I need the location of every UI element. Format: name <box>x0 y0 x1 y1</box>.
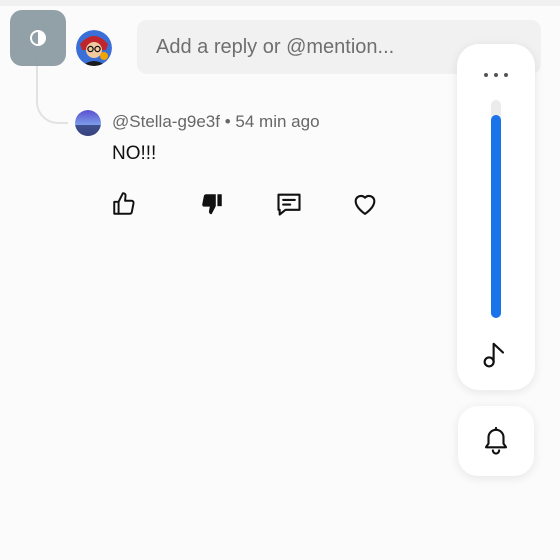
theme-toggle-button[interactable] <box>10 10 66 66</box>
more-options-icon[interactable] <box>478 68 514 82</box>
music-note-icon <box>483 342 505 368</box>
heart-icon <box>354 194 376 215</box>
comment-meta: @Stella-g9e3f • 54 min ago <box>112 112 320 132</box>
thumbs-down-icon <box>202 194 222 215</box>
top-strip <box>0 0 560 6</box>
side-control-panel <box>457 44 535 390</box>
bell-icon <box>484 426 508 455</box>
comment-username[interactable]: @Stella-g9e3f <box>112 112 220 131</box>
music-button[interactable] <box>477 336 515 374</box>
thread-connector-line <box>36 60 68 124</box>
notifications-button[interactable] <box>458 406 534 476</box>
commenter-avatar <box>75 110 101 136</box>
current-user-avatar <box>76 30 112 66</box>
volume-slider-fill <box>491 115 501 318</box>
reply-comment-button[interactable] <box>273 188 305 220</box>
comment-text: NO!!! <box>112 143 157 164</box>
meta-separator: • <box>224 112 231 131</box>
comment-icon <box>277 193 301 216</box>
dislike-button[interactable] <box>196 188 228 220</box>
love-button[interactable] <box>349 188 381 220</box>
volume-slider[interactable] <box>491 100 501 318</box>
contrast-icon <box>30 30 46 46</box>
thumbs-up-icon <box>113 192 135 215</box>
comment-timestamp: 54 min ago <box>235 112 320 131</box>
like-button[interactable] <box>108 188 140 220</box>
